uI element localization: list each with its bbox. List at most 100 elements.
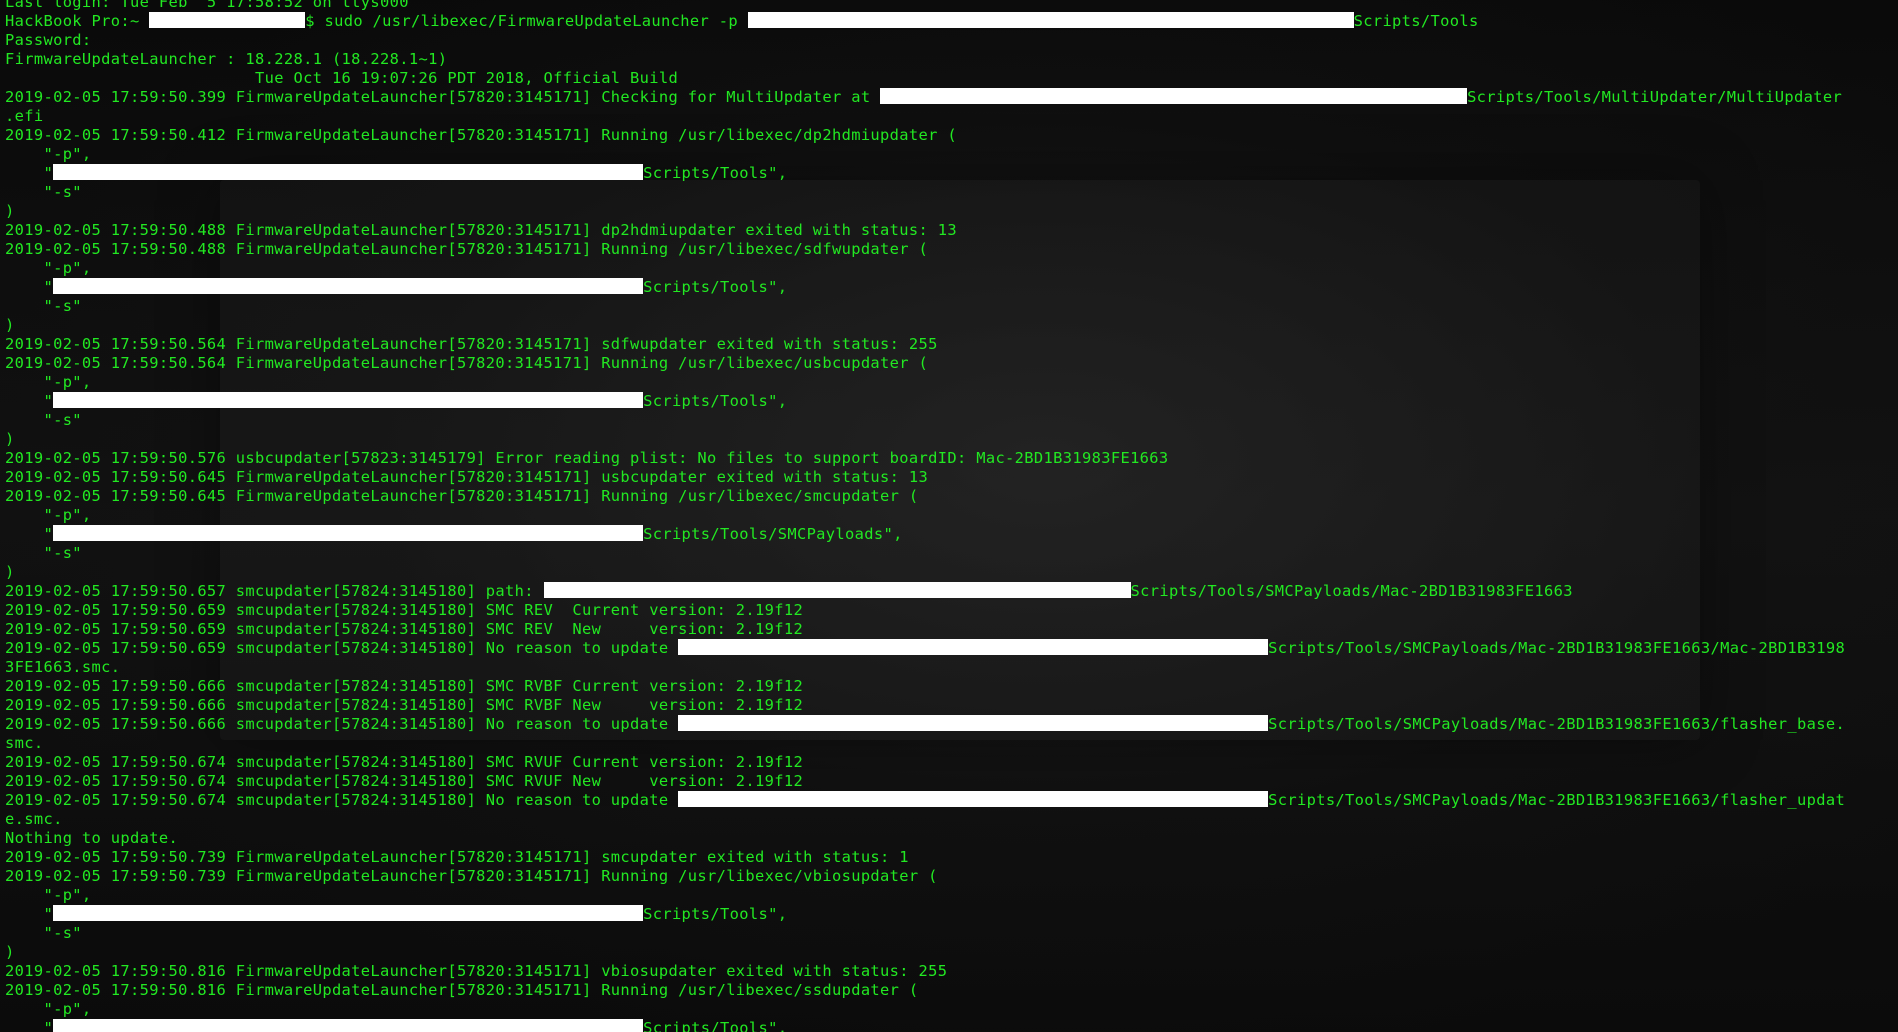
line-text: HackBook Pro:~ bbox=[5, 12, 150, 30]
line-text: "-p", bbox=[5, 886, 92, 904]
line-text: ) bbox=[5, 430, 15, 448]
redacted-block bbox=[53, 1019, 644, 1032]
terminal-line: 2019-02-05 17:59:50.674 smcupdater[57824… bbox=[5, 772, 1898, 791]
line-text: " bbox=[5, 525, 54, 543]
line-text: Last login: Tue Feb 5 17:58:52 on ttys00… bbox=[5, 0, 409, 11]
terminal-line: "-s" bbox=[5, 297, 1898, 316]
line-text: " bbox=[5, 392, 54, 410]
line-text: ) bbox=[5, 563, 15, 581]
terminal-line: "-p", bbox=[5, 1000, 1898, 1019]
terminal-line: 2019-02-05 17:59:50.659 smcupdater[57824… bbox=[5, 620, 1898, 639]
redacted-block bbox=[543, 582, 1131, 598]
line-text: 2019-02-05 17:59:50.488 FirmwareUpdateLa… bbox=[5, 221, 957, 239]
line-text: 3FE1663.smc. bbox=[5, 658, 121, 676]
line-text: ) bbox=[5, 316, 15, 334]
terminal-line: 2019-02-05 17:59:50.576 usbcupdater[5782… bbox=[5, 449, 1898, 468]
line-text: " bbox=[5, 1019, 54, 1032]
terminal-line: ) bbox=[5, 430, 1898, 449]
terminal-line: 2019-02-05 17:59:50.488 FirmwareUpdateLa… bbox=[5, 240, 1898, 259]
redacted-block bbox=[880, 88, 1468, 104]
line-text: 2019-02-05 17:59:50.666 smcupdater[57824… bbox=[5, 715, 679, 733]
terminal-line: 2019-02-05 17:59:50.488 FirmwareUpdateLa… bbox=[5, 221, 1898, 240]
line-text: "-s" bbox=[5, 544, 82, 562]
line-text: ) bbox=[5, 202, 15, 220]
terminal-line: Password: bbox=[5, 31, 1898, 50]
line-text: e.smc. bbox=[5, 810, 63, 828]
line-text: 2019-02-05 17:59:50.564 FirmwareUpdateLa… bbox=[5, 354, 929, 372]
line-text: 2019-02-05 17:59:50.488 FirmwareUpdateLa… bbox=[5, 240, 929, 258]
line-text: 2019-02-05 17:59:50.645 FirmwareUpdateLa… bbox=[5, 487, 919, 505]
terminal-line: " Scripts/Tools", bbox=[5, 1019, 1898, 1032]
line-text: 2019-02-05 17:59:50.576 usbcupdater[5782… bbox=[5, 449, 1169, 467]
line-text: 2019-02-05 17:59:50.816 FirmwareUpdateLa… bbox=[5, 962, 948, 980]
line-text: "-p", bbox=[5, 1000, 92, 1018]
redacted-block bbox=[678, 791, 1269, 807]
terminal-line: 2019-02-05 17:59:50.645 FirmwareUpdateLa… bbox=[5, 487, 1898, 506]
line-text: " bbox=[5, 278, 54, 296]
line-text: 2019-02-05 17:59:50.739 FirmwareUpdateLa… bbox=[5, 867, 938, 885]
redacted-block bbox=[53, 164, 644, 180]
terminal-line: "-s" bbox=[5, 411, 1898, 430]
line-text: "-s" bbox=[5, 297, 82, 315]
line-text: 2019-02-05 17:59:50.739 FirmwareUpdateLa… bbox=[5, 848, 909, 866]
redacted-block bbox=[678, 639, 1269, 655]
terminal-line: " Scripts/Tools", bbox=[5, 164, 1898, 183]
terminal-line: 3FE1663.smc. bbox=[5, 658, 1898, 677]
line-text-suffix: Scripts/Tools", bbox=[643, 392, 788, 410]
redacted-block bbox=[53, 392, 644, 408]
line-text: "-s" bbox=[5, 411, 82, 429]
line-text: 2019-02-05 17:59:50.674 smcupdater[57824… bbox=[5, 791, 679, 809]
line-text-suffix: $ sudo /usr/libexec/FirmwareUpdateLaunch… bbox=[305, 12, 748, 30]
terminal-line: "-s" bbox=[5, 544, 1898, 563]
redacted-block bbox=[678, 715, 1269, 731]
terminal-line: "-s" bbox=[5, 924, 1898, 943]
redacted-block bbox=[53, 278, 644, 294]
line-text: Password: bbox=[5, 31, 92, 49]
terminal-line: "-p", bbox=[5, 259, 1898, 278]
terminal-line: 2019-02-05 17:59:50.399 FirmwareUpdateLa… bbox=[5, 88, 1898, 107]
terminal-line: HackBook Pro:~ $ sudo /usr/libexec/Firmw… bbox=[5, 12, 1898, 31]
line-text: FirmwareUpdateLauncher : 18.228.1 (18.22… bbox=[5, 50, 448, 68]
terminal-line: 2019-02-05 17:59:50.674 smcupdater[57824… bbox=[5, 753, 1898, 772]
line-text: "-p", bbox=[5, 373, 92, 391]
terminal-line: Last login: Tue Feb 5 17:58:52 on ttys00… bbox=[5, 0, 1898, 12]
terminal-line: 2019-02-05 17:59:50.816 FirmwareUpdateLa… bbox=[5, 981, 1898, 1000]
terminal-line: "-p", bbox=[5, 886, 1898, 905]
line-text: 2019-02-05 17:59:50.674 smcupdater[57824… bbox=[5, 772, 804, 790]
terminal-line: " Scripts/Tools/SMCPayloads", bbox=[5, 525, 1898, 544]
terminal-line: ) bbox=[5, 943, 1898, 962]
terminal-line: " Scripts/Tools", bbox=[5, 905, 1898, 924]
terminal-line: " Scripts/Tools", bbox=[5, 392, 1898, 411]
line-text: 2019-02-05 17:59:50.645 FirmwareUpdateLa… bbox=[5, 468, 929, 486]
terminal-line: "-p", bbox=[5, 373, 1898, 392]
redacted-block bbox=[149, 12, 306, 28]
terminal-line: 2019-02-05 17:59:50.564 FirmwareUpdateLa… bbox=[5, 335, 1898, 354]
terminal-line: 2019-02-05 17:59:50.657 smcupdater[57824… bbox=[5, 582, 1898, 601]
line-text: "-s" bbox=[5, 183, 82, 201]
terminal-window[interactable]: Last login: Tue Feb 5 17:58:52 on ttys00… bbox=[0, 0, 1898, 1032]
terminal-output[interactable]: Last login: Tue Feb 5 17:58:52 on ttys00… bbox=[5, 0, 1898, 1032]
line-text: " bbox=[5, 905, 54, 923]
line-text-suffix: Scripts/Tools", bbox=[643, 164, 788, 182]
line-text-suffix: Scripts/Tools", bbox=[643, 278, 788, 296]
terminal-line: 2019-02-05 17:59:50.666 smcupdater[57824… bbox=[5, 677, 1898, 696]
terminal-line: 2019-02-05 17:59:50.659 smcupdater[57824… bbox=[5, 601, 1898, 620]
terminal-line: 2019-02-05 17:59:50.666 smcupdater[57824… bbox=[5, 715, 1898, 734]
line-text: 2019-02-05 17:59:50.659 smcupdater[57824… bbox=[5, 620, 804, 638]
line-text: 2019-02-05 17:59:50.564 FirmwareUpdateLa… bbox=[5, 335, 938, 353]
line-text: Tue Oct 16 19:07:26 PDT 2018, Official B… bbox=[5, 69, 679, 87]
terminal-line: "-p", bbox=[5, 506, 1898, 525]
line-text-suffix: Scripts/Tools/SMCPayloads/Mac-2BD1B31983… bbox=[1268, 791, 1846, 809]
line-text: smc. bbox=[5, 734, 44, 752]
terminal-line: ) bbox=[5, 563, 1898, 582]
line-text: "-s" bbox=[5, 924, 82, 942]
line-text: 2019-02-05 17:59:50.412 FirmwareUpdateLa… bbox=[5, 126, 957, 144]
terminal-line: "-s" bbox=[5, 183, 1898, 202]
terminal-line: e.smc. bbox=[5, 810, 1898, 829]
line-text: 2019-02-05 17:59:50.659 smcupdater[57824… bbox=[5, 601, 804, 619]
line-text: 2019-02-05 17:59:50.666 smcupdater[57824… bbox=[5, 696, 804, 714]
line-text-suffix: Scripts/Tools bbox=[1353, 12, 1479, 30]
terminal-line: ) bbox=[5, 316, 1898, 335]
line-text: "-p", bbox=[5, 259, 92, 277]
line-text: " bbox=[5, 164, 54, 182]
